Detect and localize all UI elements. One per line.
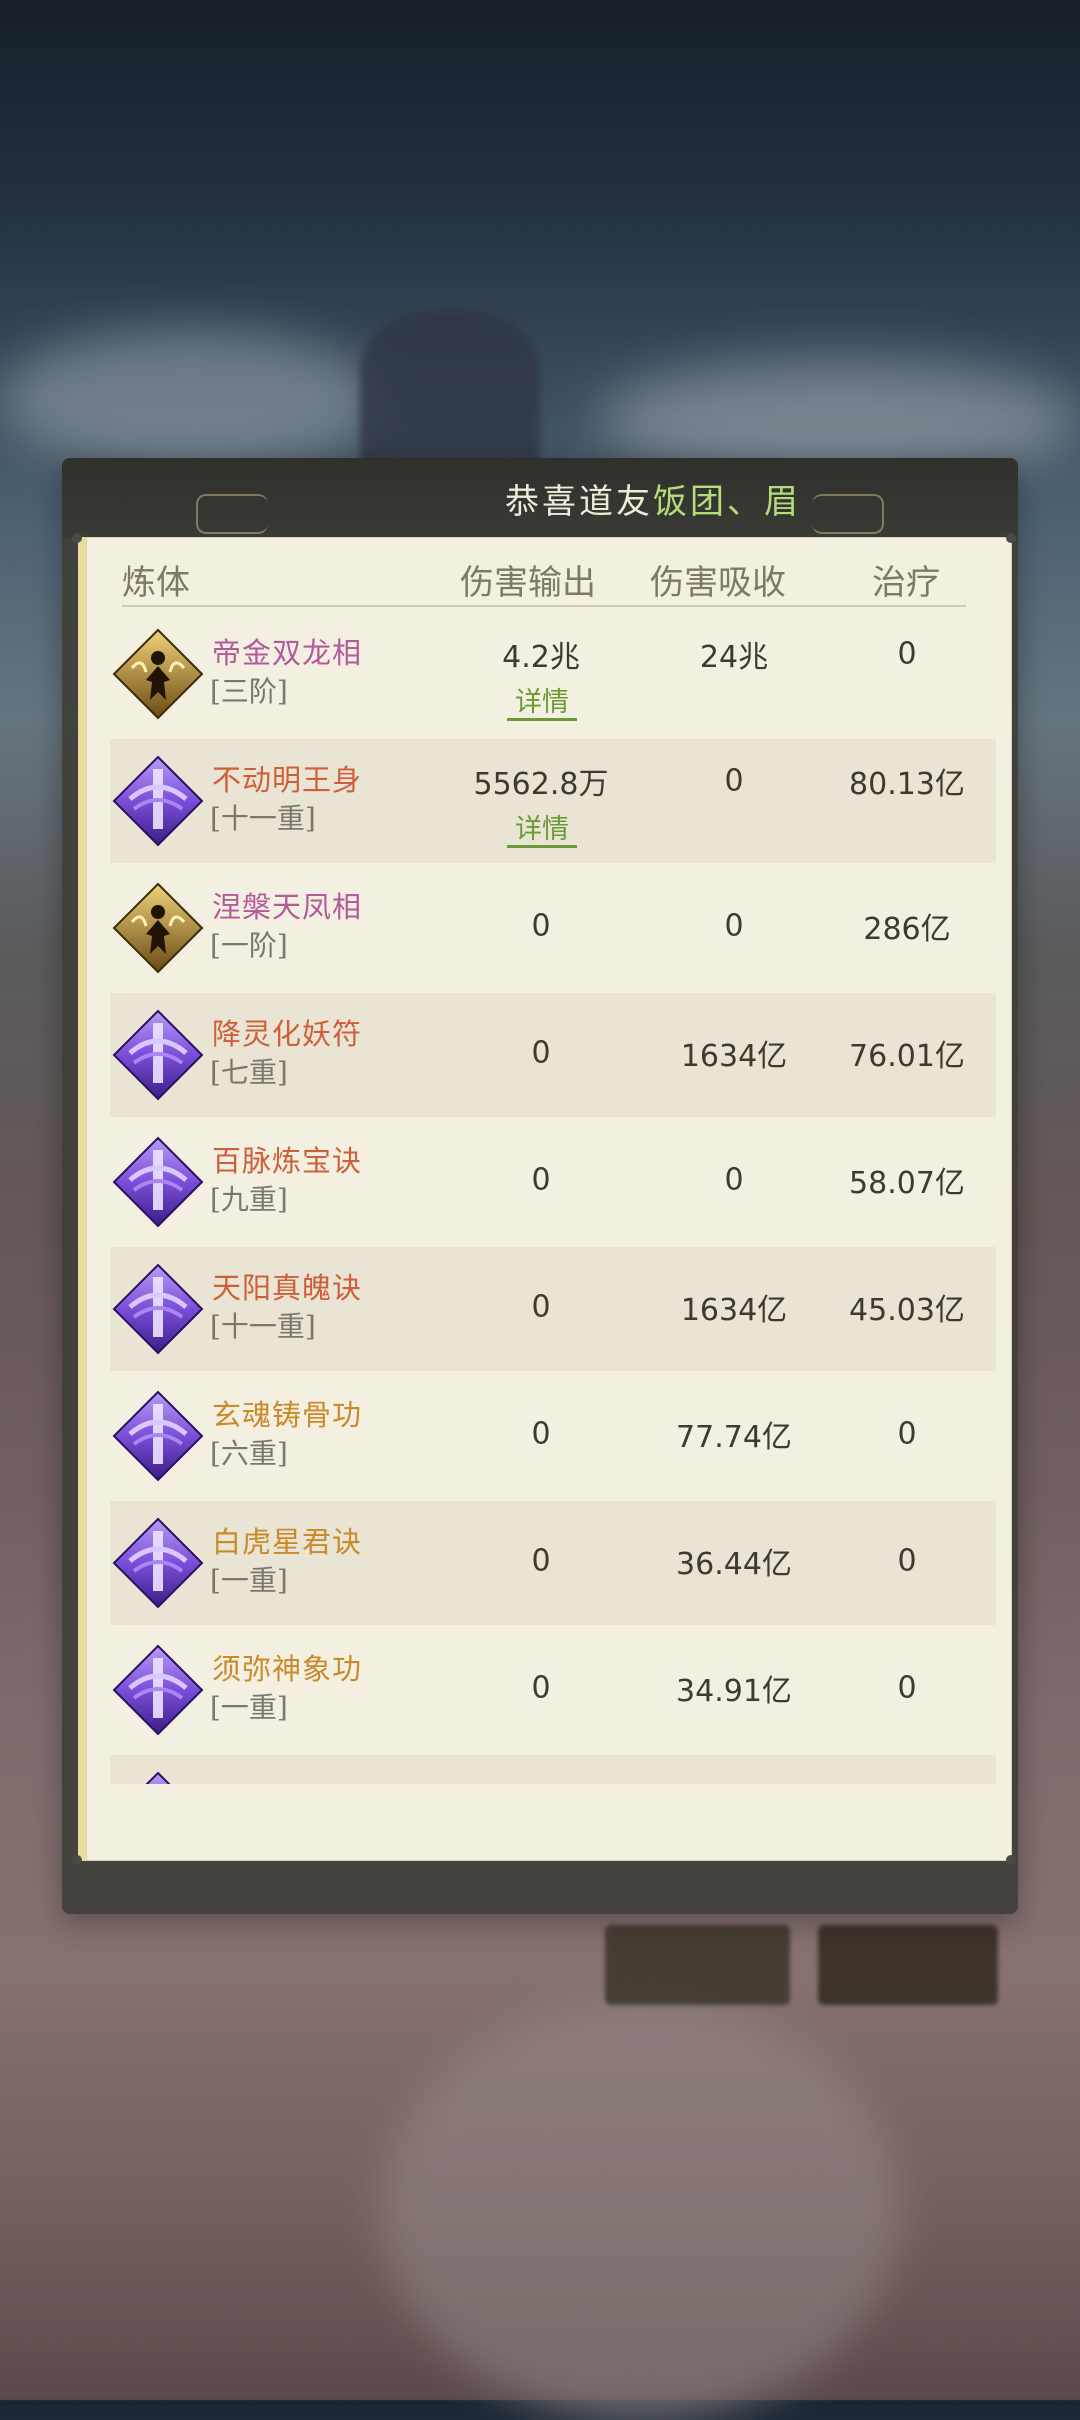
skill-name: 涅槃天凤相 bbox=[212, 890, 363, 924]
purple-sword-icon bbox=[112, 1009, 204, 1101]
damage-value: 0 bbox=[531, 1416, 551, 1452]
absorb-value: 1634亿 bbox=[680, 1039, 788, 1074]
purple-sword-icon bbox=[112, 1771, 204, 1784]
detail-link[interactable]: 详情 bbox=[507, 688, 577, 721]
skill-name: 降灵化妖符 bbox=[212, 1017, 363, 1051]
heal-value: 80.13亿 bbox=[849, 767, 965, 802]
purple-sword-icon bbox=[112, 1517, 204, 1609]
skill-level: [一重] bbox=[210, 1691, 288, 1724]
skill-name: 不动明王身 bbox=[212, 763, 363, 797]
damage-value: 0 bbox=[531, 1670, 551, 1706]
purple-sword-icon bbox=[112, 1136, 204, 1228]
heal-value: 0 bbox=[897, 1416, 917, 1452]
skill-name: 天阳真魄诀 bbox=[212, 1271, 363, 1305]
title-ornament-left bbox=[196, 494, 268, 534]
heal-value: 0 bbox=[897, 636, 917, 672]
skill-level: [三阶] bbox=[210, 675, 288, 708]
table-row[interactable]: 玄魂铸骨功 [六重] 0 77.74亿 0 bbox=[110, 1374, 996, 1498]
absorb-value: 24兆 bbox=[699, 640, 769, 675]
golden-figure-icon bbox=[112, 628, 204, 720]
skill-name: 须弥神象功 bbox=[212, 1652, 363, 1686]
skill-level: [一阶] bbox=[210, 929, 288, 962]
heal-value: 0 bbox=[897, 1670, 917, 1706]
table-row[interactable]: 降灵化妖符 [七重] 0 1634亿 76.01亿 bbox=[110, 993, 996, 1117]
purple-sword-icon bbox=[112, 1263, 204, 1355]
corner-dot bbox=[1006, 533, 1016, 543]
stats-table[interactable]: 帝金双龙相 [三阶] 4.2兆详情 24兆 0 不动明王身 [十一重] 5562.8万 详情 0 8… bbox=[110, 612, 996, 1784]
skill-level: [十一重] bbox=[210, 1310, 316, 1343]
heal-value: 286亿 bbox=[863, 912, 951, 947]
skill-level: [九重] bbox=[210, 1183, 288, 1216]
table-row[interactable]: 不动明王身 [十一重] 5562.8万 详情 0 80.13亿 bbox=[110, 739, 996, 863]
damage-value: 4.2兆 bbox=[502, 640, 580, 675]
skill-level: [一重] bbox=[210, 1564, 288, 1597]
skill-level: [七重] bbox=[210, 1056, 288, 1089]
column-header-skill: 炼体 bbox=[122, 563, 190, 603]
corner-dot bbox=[72, 1855, 82, 1865]
damage-value: 5562.8万 bbox=[473, 767, 609, 802]
absorb-value: 77.74亿 bbox=[676, 1420, 792, 1455]
column-header-absorb: 伤害吸收 bbox=[650, 563, 786, 603]
table-row[interactable]: 百脉炼宝诀 [九重] 0 0 58.07亿 bbox=[110, 1120, 996, 1244]
table-row[interactable]: 涅槃天凤相 [一阶] 0 0 286亿 bbox=[110, 866, 996, 990]
heal-value: 45.03亿 bbox=[849, 1293, 965, 1328]
table-row[interactable]: 白虎星君诀 [一重] 0 36.44亿 0 bbox=[110, 1501, 996, 1625]
heal-value: 58.07亿 bbox=[849, 1166, 965, 1201]
absorb-value: 34.91亿 bbox=[676, 1674, 792, 1709]
corner-dot bbox=[1006, 1855, 1016, 1865]
column-header-heal: 治疗 bbox=[872, 563, 940, 603]
heal-value: 76.01亿 bbox=[849, 1039, 965, 1074]
skill-name: 帝金双龙相 bbox=[212, 636, 363, 670]
title-ornament-right bbox=[812, 494, 884, 534]
heal-value: 0 bbox=[897, 1543, 917, 1579]
table-row[interactable]: 帝金双龙相 [三阶] 4.2兆详情 24兆 0 bbox=[110, 612, 996, 736]
absorb-value: 0 bbox=[724, 1162, 744, 1198]
damage-value: 0 bbox=[531, 1162, 551, 1198]
damage-value: 0 bbox=[531, 1035, 551, 1071]
purple-sword-icon bbox=[112, 1390, 204, 1482]
damage-value: 0 bbox=[531, 1543, 551, 1579]
table-header: 炼体 伤害输出 伤害吸收 治疗 bbox=[122, 553, 966, 607]
absorb-value: 36.44亿 bbox=[676, 1547, 792, 1582]
damage-value: 0 bbox=[531, 1289, 551, 1325]
purple-sword-icon bbox=[112, 755, 204, 847]
panel-title: 恭喜道友饭团、眉 bbox=[505, 474, 801, 523]
damage-value: 0 bbox=[531, 908, 551, 944]
skill-name: 百脉炼宝诀 bbox=[212, 1144, 363, 1178]
player-name: 饭团、眉 bbox=[653, 482, 801, 522]
column-header-damage: 伤害输出 bbox=[460, 563, 596, 603]
table-row-partial[interactable] bbox=[110, 1755, 996, 1784]
table-row[interactable]: 须弥神象功 [一重] 0 34.91亿 0 bbox=[110, 1628, 996, 1752]
absorb-value: 0 bbox=[724, 763, 744, 799]
absorb-value: 1634亿 bbox=[680, 1293, 788, 1328]
detail-link[interactable]: 详情 bbox=[507, 815, 577, 848]
skill-level: [六重] bbox=[210, 1437, 288, 1470]
absorb-value: 0 bbox=[724, 908, 744, 944]
title-prefix: 恭喜道友 bbox=[505, 482, 653, 522]
skill-name: 白虎星君诀 bbox=[212, 1525, 363, 1559]
purple-sword-icon bbox=[112, 1644, 204, 1736]
skill-name: 玄魂铸骨功 bbox=[212, 1398, 363, 1432]
corner-dot bbox=[72, 533, 82, 543]
table-row[interactable]: 天阳真魄诀 [十一重] 0 1634亿 45.03亿 bbox=[110, 1247, 996, 1371]
golden-figure-icon bbox=[112, 882, 204, 974]
skill-level: [十一重] bbox=[210, 802, 316, 835]
